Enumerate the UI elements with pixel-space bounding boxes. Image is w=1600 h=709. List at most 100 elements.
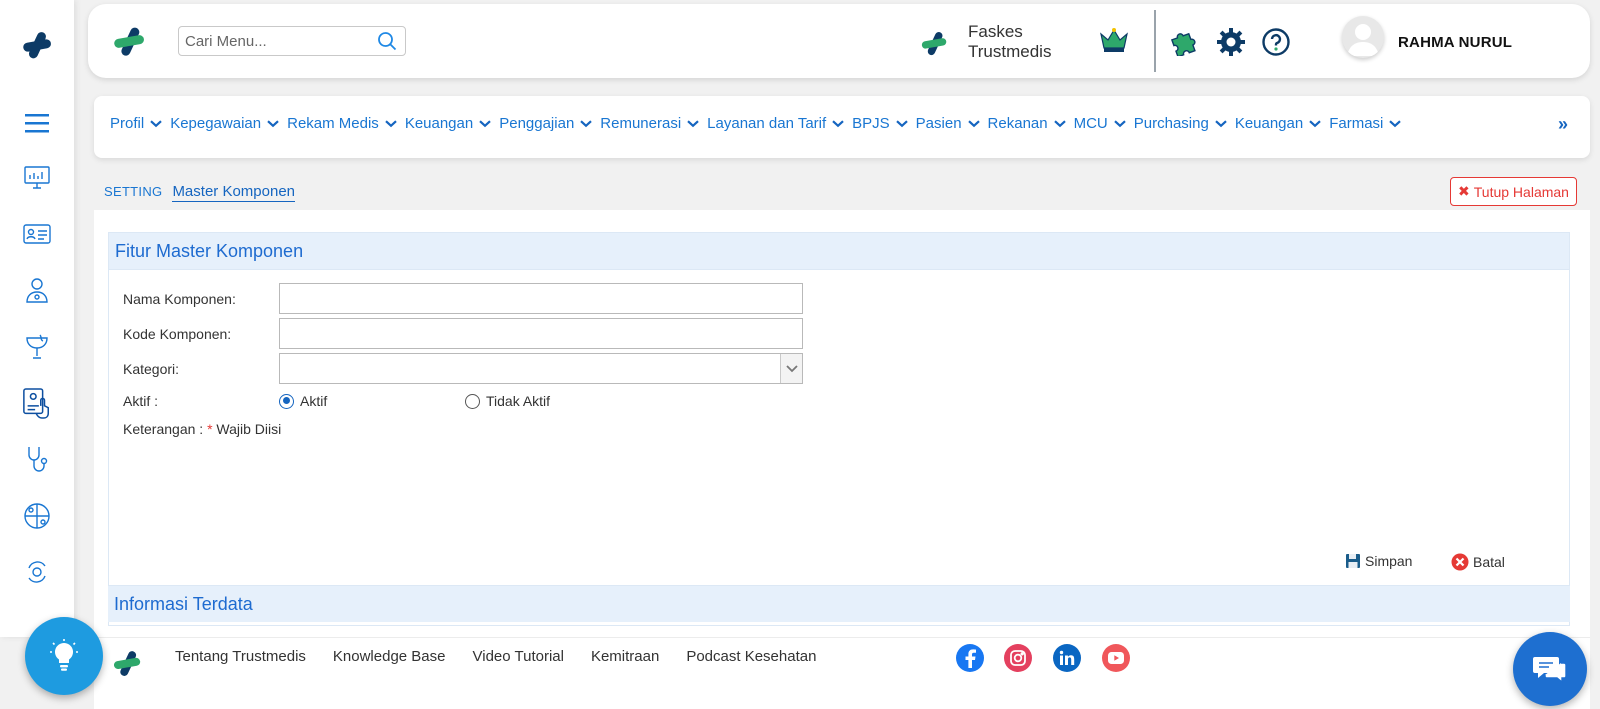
nav-item-penggajian[interactable]: Penggajian <box>499 115 593 132</box>
id-card-icon[interactable] <box>22 219 52 249</box>
nav-item-label: Keuangan <box>1234 115 1304 132</box>
footer-links: Tentang Trustmedis Knowledge Base Video … <box>175 648 843 665</box>
instagram-icon[interactable] <box>1004 644 1032 672</box>
nav-item-mcu[interactable]: MCU <box>1074 115 1126 132</box>
chevron-down-icon[interactable] <box>267 119 279 128</box>
user-name[interactable]: RAHMA NURUL <box>1398 34 1512 51</box>
search-box <box>178 26 406 56</box>
chat-button[interactable] <box>1513 632 1587 706</box>
puzzle-icon[interactable] <box>1168 26 1200 58</box>
trustmedis-logo[interactable] <box>21 29 53 66</box>
nav-item-label: Rekam Medis <box>287 115 379 132</box>
trustmedis-logo[interactable] <box>112 24 146 63</box>
nav-item-kepegawaian[interactable]: Kepegawaian <box>170 115 279 132</box>
facebook-icon[interactable] <box>956 644 984 672</box>
search-icon[interactable] <box>377 31 397 56</box>
radio-aktif-label: Aktif <box>300 393 328 409</box>
keterangan-label: Keterangan : <box>123 421 208 437</box>
nama-komponen-row: Nama Komponen: <box>123 283 803 314</box>
top-header: Faskes Trustmedis RAHMA NURUL <box>88 4 1590 78</box>
cancel-button[interactable]: Batal <box>1451 553 1505 571</box>
crown-icon[interactable] <box>1098 26 1130 59</box>
footer-link-video-tutorial[interactable]: Video Tutorial <box>473 648 564 665</box>
chevron-down-icon[interactable] <box>1215 119 1227 128</box>
patient-select-icon[interactable] <box>22 388 52 419</box>
chevron-down-icon[interactable] <box>832 119 844 128</box>
cancel-label: Batal <box>1473 554 1505 570</box>
nav-item-purchasing[interactable]: Purchasing <box>1134 115 1227 132</box>
radio-aktif-circle[interactable] <box>279 393 294 409</box>
chevron-down-icon[interactable] <box>1309 119 1321 128</box>
nav-item-label: Purchasing <box>1133 115 1209 132</box>
kode-komponen-input[interactable] <box>279 318 803 349</box>
gear-icon[interactable] <box>1215 26 1247 58</box>
pharmacy-icon[interactable] <box>22 331 52 361</box>
chevron-down-icon[interactable] <box>580 119 593 128</box>
save-button[interactable]: Simpan <box>1345 553 1412 569</box>
nav-item-rekanan[interactable]: Rekanan <box>988 115 1066 132</box>
nav-item-bpjs[interactable]: BPJS <box>852 115 908 132</box>
avatar[interactable] <box>1342 16 1384 58</box>
footer-link-podcast[interactable]: Podcast Kesehatan <box>686 648 816 665</box>
stethoscope-icon[interactable] <box>22 444 52 474</box>
radio-tidak-aktif[interactable]: Tidak Aktif <box>465 393 550 409</box>
nav-item-label: Kepegawaian <box>170 115 262 132</box>
tips-button[interactable] <box>25 617 103 695</box>
nav-item-keuangan[interactable]: Keuangan <box>1235 115 1321 132</box>
save-label: Simpan <box>1365 553 1413 569</box>
breadcrumb-current[interactable]: Master Komponen <box>172 183 296 202</box>
youtube-icon[interactable] <box>1102 644 1130 672</box>
chevron-down-icon[interactable] <box>1053 119 1066 128</box>
kategori-select[interactable] <box>279 353 803 384</box>
nav-item-label: Pasien <box>915 115 962 132</box>
nav-item-label: Farmasi <box>1329 115 1384 132</box>
linkedin-icon[interactable] <box>1053 644 1081 672</box>
footer-logo[interactable] <box>112 648 142 683</box>
chevron-down-icon[interactable] <box>479 119 491 128</box>
radio-aktif[interactable]: Aktif <box>279 393 465 409</box>
radio-tidak-aktif-circle[interactable] <box>465 393 480 409</box>
nav-item-farmasi[interactable]: Farmasi <box>1329 115 1402 132</box>
breadcrumb-section[interactable]: SETTING <box>104 184 162 199</box>
chevron-down-icon[interactable] <box>1114 119 1126 128</box>
doctor-icon[interactable] <box>22 275 52 305</box>
nav-item-label: Profil <box>110 115 145 132</box>
nav-item-label: BPJS <box>852 115 890 132</box>
chevron-down-icon[interactable] <box>385 119 397 128</box>
nav-item-label: Layanan dan Tarif <box>707 115 827 132</box>
nav-item-pasien[interactable]: Pasien <box>916 115 980 132</box>
chevron-down-icon[interactable] <box>780 354 802 383</box>
required-text: Wajib Diisi <box>212 421 282 437</box>
nav-item-rekam-medis[interactable]: Rekam Medis <box>287 115 397 132</box>
footer: Tentang Trustmedis Knowledge Base Video … <box>94 637 1590 709</box>
nav-item-layanan-dan-tarif[interactable]: Layanan dan Tarif <box>707 115 844 132</box>
form-panel: Fitur Master Komponen Nama Komponen: Kod… <box>108 232 1570 626</box>
chat-icon <box>1533 657 1567 684</box>
footer-link-kemitraan[interactable]: Kemitraan <box>591 648 659 665</box>
chevron-down-icon[interactable] <box>150 119 162 128</box>
nav-item-profil[interactable]: Profil <box>110 115 162 132</box>
close-icon: ✖ <box>1458 183 1470 199</box>
nama-komponen-input[interactable] <box>279 283 803 314</box>
help-icon[interactable] <box>1260 26 1292 58</box>
nav-item-keuangan[interactable]: Keuangan <box>405 115 491 132</box>
chevron-down-icon[interactable] <box>967 119 980 128</box>
content-area: Fitur Master Komponen Nama Komponen: Kod… <box>94 210 1590 640</box>
floppy-disk-icon <box>1346 554 1360 568</box>
dashboard-chart-icon[interactable] <box>22 162 52 192</box>
nav-item-remunerasi[interactable]: Remunerasi <box>600 115 699 132</box>
chevron-down-icon[interactable] <box>895 119 908 128</box>
search-input[interactable] <box>179 27 369 55</box>
settings-cycle-icon[interactable] <box>22 557 52 587</box>
nav-item-label: MCU <box>1073 115 1108 132</box>
chevron-down-icon[interactable] <box>1389 119 1402 128</box>
nav-more-button[interactable]: » <box>1558 114 1568 135</box>
hamburger-menu-icon[interactable] <box>22 108 52 138</box>
chevron-down-icon[interactable] <box>687 119 699 128</box>
close-page-button[interactable]: ✖ Tutup Halaman <box>1450 177 1577 206</box>
footer-link-tentang[interactable]: Tentang Trustmedis <box>175 648 306 665</box>
radio-tidak-aktif-label: Tidak Aktif <box>486 393 551 409</box>
nav-item-label: Rekanan <box>987 115 1048 132</box>
footer-link-knowledge-base[interactable]: Knowledge Base <box>333 648 446 665</box>
globe-services-icon[interactable] <box>22 501 52 531</box>
